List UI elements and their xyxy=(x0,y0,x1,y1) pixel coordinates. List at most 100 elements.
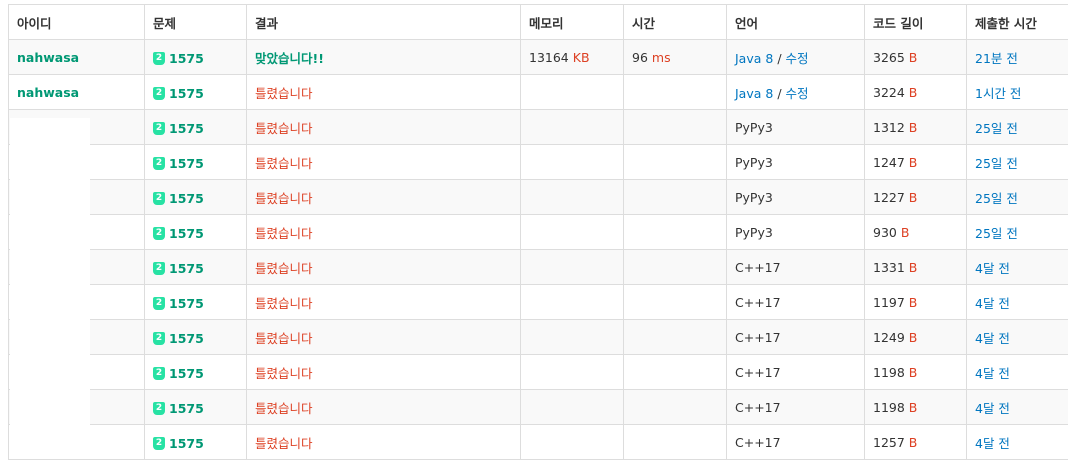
problem-link[interactable]: 21575 xyxy=(153,156,204,171)
tier-badge-icon: 2 xyxy=(153,227,165,240)
cell-result: 틀렸습니다 xyxy=(247,180,521,215)
tier-badge-icon: 2 xyxy=(153,122,165,135)
problem-link[interactable]: 21575 xyxy=(153,261,204,276)
cell-memory xyxy=(521,215,624,250)
code-length-value: 1198 xyxy=(873,400,905,415)
code-length-unit: B xyxy=(909,330,918,345)
problem-link[interactable]: 2 1575 xyxy=(153,121,204,136)
cell-submitted: 1시간 전 xyxy=(967,75,1068,110)
cell-time xyxy=(624,390,727,425)
cell-result: 틀렸습니다 xyxy=(247,425,521,460)
edit-link[interactable]: 수정 xyxy=(786,86,809,101)
code-length-value: 1197 xyxy=(873,295,905,310)
cell-time xyxy=(624,145,727,180)
submitted-time-link[interactable]: 25일 전 xyxy=(975,156,1018,171)
cell-time xyxy=(624,215,727,250)
cell-time: 96 ms xyxy=(624,40,727,75)
submitted-time-link[interactable]: 4달 전 xyxy=(975,366,1010,381)
header-time: 시간 xyxy=(624,5,727,40)
code-length-value: 1312 xyxy=(873,120,905,135)
separator: / xyxy=(773,86,785,101)
cell-result: 틀렸습니다 xyxy=(247,320,521,355)
code-length-unit: B xyxy=(909,120,918,135)
submitted-time-link[interactable]: 1시간 전 xyxy=(975,86,1021,101)
code-length-value: 3224 xyxy=(873,85,905,100)
problem-link[interactable]: 21575 xyxy=(153,366,204,381)
result-text: 틀렸습니다 xyxy=(255,226,313,241)
submitted-time-link[interactable]: 25일 전 xyxy=(975,121,1018,136)
language-label: PyPy3 xyxy=(735,155,773,170)
header-code-length: 코드 길이 xyxy=(865,5,967,40)
submitted-time-link[interactable]: 4달 전 xyxy=(975,331,1010,346)
cell-problem: 21575 xyxy=(145,145,247,180)
cell-memory xyxy=(521,320,624,355)
result-text: 틀렸습니다 xyxy=(255,86,313,101)
cell-language: C++17 xyxy=(727,355,865,390)
cell-result: 틀렸습니다 xyxy=(247,250,521,285)
problem-link[interactable]: 21575 xyxy=(153,296,204,311)
code-length-value: 1331 xyxy=(873,260,905,275)
cell-memory xyxy=(521,110,624,145)
table-row: 21575틀렸습니다 PyPy31227 B25일 전 xyxy=(9,180,1068,215)
submitted-time-link[interactable]: 25일 전 xyxy=(975,226,1018,241)
user-link[interactable]: nahwasa xyxy=(17,85,79,100)
table-row: 2 1575 틀렸습니다 PyPy3 1312 B 25일 전 xyxy=(9,110,1068,145)
submitted-time-link[interactable]: 25일 전 xyxy=(975,191,1018,206)
table-header-row: 아이디 문제 결과 메모리 시간 언어 코드 길이 제출한 시간 xyxy=(9,5,1068,40)
cell-code-length: 1312 B xyxy=(865,110,967,145)
submitted-time-link[interactable]: 4달 전 xyxy=(975,436,1010,451)
problem-number: 1575 xyxy=(169,121,204,136)
cell-code-length: 3224 B xyxy=(865,75,967,110)
cell-problem: 21575 xyxy=(145,320,247,355)
problem-number: 1575 xyxy=(169,226,204,241)
cell-code-length: 3265 B xyxy=(865,40,967,75)
cell-memory xyxy=(521,355,624,390)
cell-problem: 2 1575 xyxy=(145,110,247,145)
problem-link[interactable]: 2 1575 xyxy=(153,226,204,241)
tier-badge-icon: 2 xyxy=(153,262,165,275)
time-unit: ms xyxy=(652,50,671,65)
separator: / xyxy=(773,51,785,66)
problem-number: 1575 xyxy=(169,51,204,66)
submitted-time-link[interactable]: 4달 전 xyxy=(975,401,1010,416)
language-link[interactable]: Java 8 xyxy=(735,51,773,66)
cell-submitted: 4달 전 xyxy=(967,425,1068,460)
cell-submitted: 25일 전 xyxy=(967,145,1068,180)
submitted-time-link[interactable]: 4달 전 xyxy=(975,261,1010,276)
language-label: PyPy3 xyxy=(735,190,773,205)
problem-link[interactable]: 21575 xyxy=(153,331,204,346)
submitted-time-link[interactable]: 21분 전 xyxy=(975,51,1018,66)
result-text: 틀렸습니다 xyxy=(255,191,313,206)
code-length-value: 1249 xyxy=(873,330,905,345)
user-link[interactable]: nahwasa xyxy=(17,50,79,65)
problem-link[interactable]: 21575 xyxy=(153,51,204,66)
cell-code-length: 1331 B xyxy=(865,250,967,285)
problem-link[interactable]: 21575 xyxy=(153,191,204,206)
problem-link[interactable]: 21575 xyxy=(153,86,204,101)
language-label: C++17 xyxy=(735,260,781,275)
cell-language: PyPy3 xyxy=(727,145,865,180)
table-row: 21575틀렸습니다 C++171198 B4달 전 xyxy=(9,390,1068,425)
cell-language: PyPy3 xyxy=(727,110,865,145)
problem-link[interactable]: 21575 xyxy=(153,401,204,416)
header-problem: 문제 xyxy=(145,5,247,40)
cell-problem: 21575 xyxy=(145,180,247,215)
header-memory: 메모리 xyxy=(521,5,624,40)
language-label: PyPy3 xyxy=(735,120,773,135)
language-label: C++17 xyxy=(735,400,781,415)
edit-link[interactable]: 수정 xyxy=(786,51,809,66)
code-length-unit: B xyxy=(909,295,918,310)
submitted-time-link[interactable]: 4달 전 xyxy=(975,296,1010,311)
cell-language: C++17 xyxy=(727,425,865,460)
cell-time xyxy=(624,285,727,320)
language-link[interactable]: Java 8 xyxy=(735,86,773,101)
status-table-container: 아이디 문제 결과 메모리 시간 언어 코드 길이 제출한 시간 nahwasa… xyxy=(8,4,1068,460)
cell-result: 틀렸습니다 xyxy=(247,110,521,145)
cell-code-length: 1249 B xyxy=(865,320,967,355)
result-text: 틀렸습니다 xyxy=(255,366,313,381)
time-value: 96 xyxy=(632,50,648,65)
cell-language: PyPy3 xyxy=(727,215,865,250)
cell-time xyxy=(624,180,727,215)
code-length-unit: B xyxy=(909,365,918,380)
cell-language: C++17 xyxy=(727,285,865,320)
